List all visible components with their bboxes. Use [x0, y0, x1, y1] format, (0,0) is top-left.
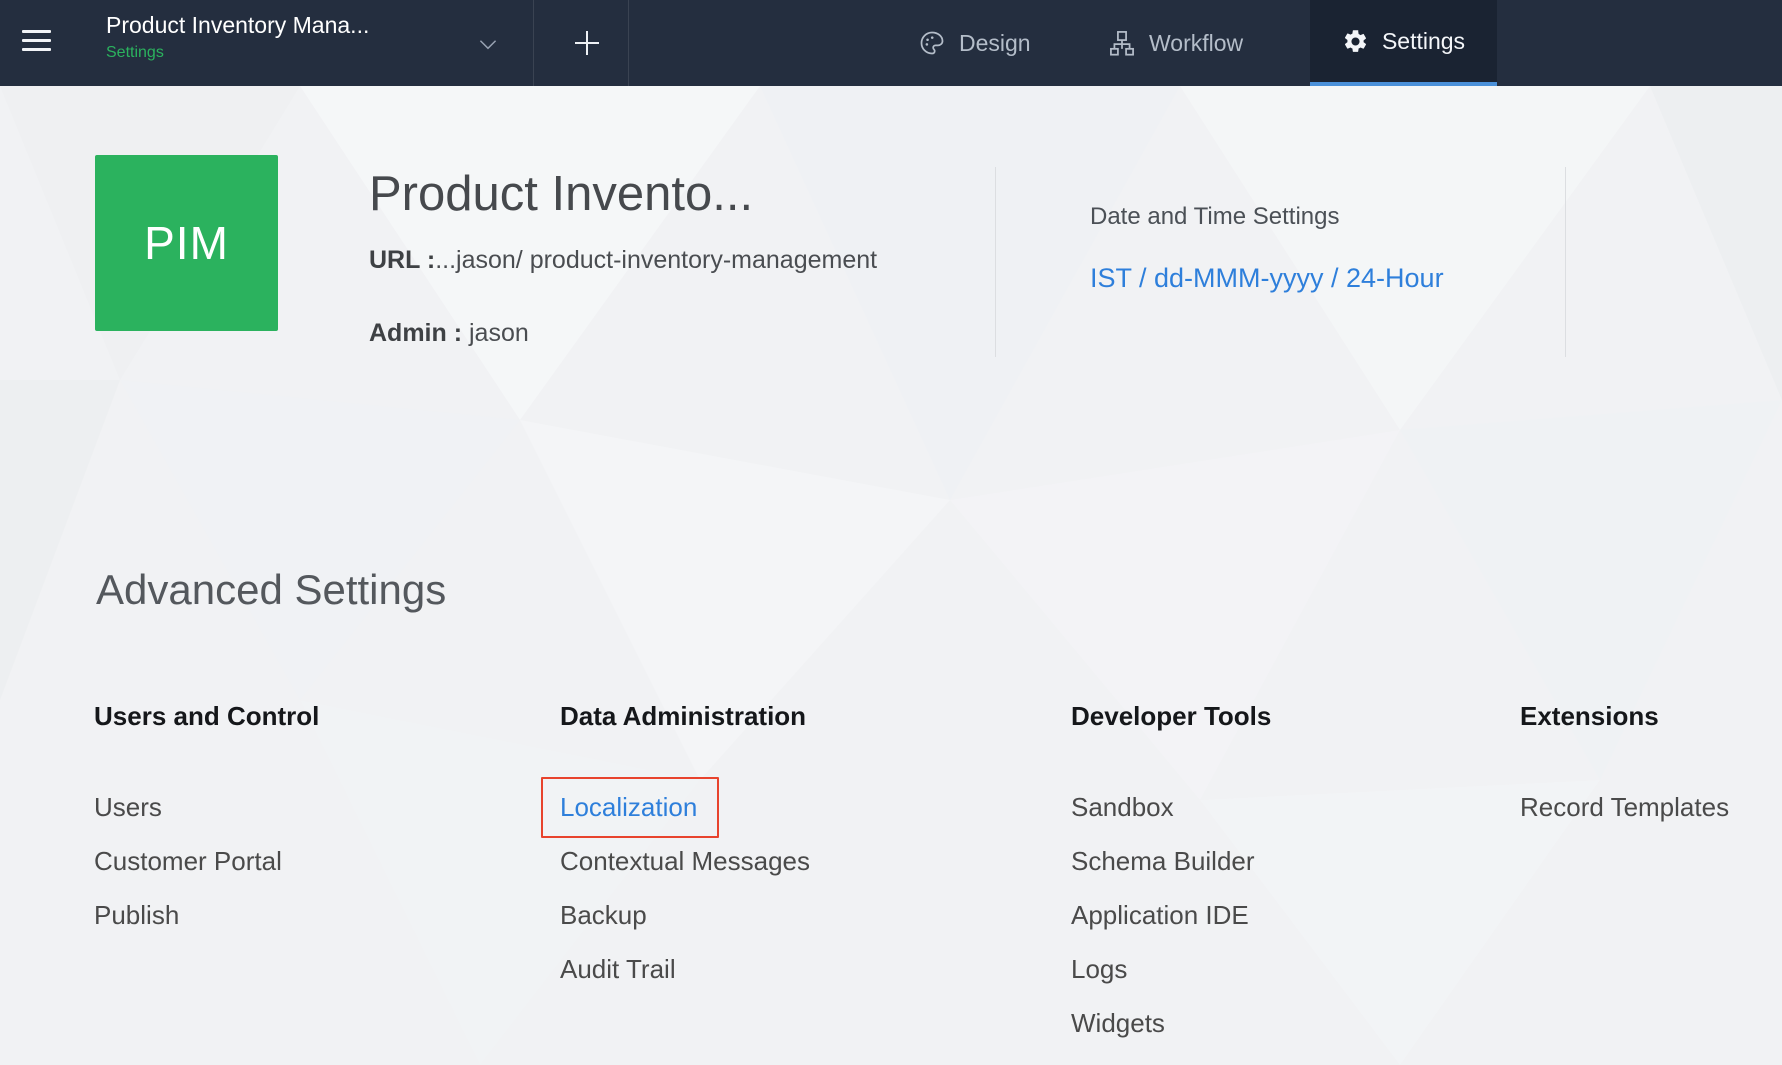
topbar: Product Inventory Mana... Settings Desig… [0, 0, 1782, 86]
link-audit-trail[interactable]: Audit Trail [560, 942, 810, 996]
column-developer-tools: Developer Tools Sandbox Schema Builder A… [1071, 701, 1271, 1050]
link-localization-highlighted[interactable]: Localization [560, 780, 810, 834]
plus-icon [570, 26, 604, 60]
header-divider [995, 167, 996, 357]
link-publish[interactable]: Publish [94, 888, 319, 942]
link-application-ide[interactable]: Application IDE [1071, 888, 1271, 942]
link-schema-builder[interactable]: Schema Builder [1071, 834, 1271, 888]
link-record-templates[interactable]: Record Templates [1520, 780, 1729, 834]
topbar-divider [628, 0, 629, 86]
link-sandbox[interactable]: Sandbox [1071, 780, 1271, 834]
nav-design[interactable]: Design [918, 0, 1031, 86]
palette-icon [918, 29, 946, 57]
column-title: Data Administration [560, 701, 810, 731]
link-backup[interactable]: Backup [560, 888, 810, 942]
nav-workflow-label: Workflow [1149, 30, 1243, 57]
hamburger-menu-button[interactable] [22, 30, 51, 51]
add-app-button[interactable] [546, 0, 628, 86]
localization-highlight-box[interactable]: Localization [541, 777, 719, 838]
column-title: Users and Control [94, 701, 319, 731]
advanced-settings-heading: Advanced Settings [96, 566, 446, 614]
app-switcher[interactable]: Product Inventory Mana... Settings [106, 11, 369, 62]
link-widgets[interactable]: Widgets [1071, 996, 1271, 1050]
datetime-settings-link[interactable]: IST / dd-MMM-yyyy / 24-Hour [1090, 263, 1444, 294]
gear-icon [1342, 28, 1369, 55]
chevron-down-icon[interactable] [475, 31, 501, 62]
column-users-and-control: Users and Control Users Customer Portal … [94, 701, 319, 942]
url-value: ...jason/ product-inventory-management [435, 246, 877, 274]
tab-settings[interactable]: Settings [1310, 0, 1497, 86]
column-title: Extensions [1520, 701, 1729, 731]
link-users[interactable]: Users [94, 780, 319, 834]
tab-settings-label: Settings [1382, 28, 1465, 55]
column-extensions: Extensions Record Templates [1520, 701, 1729, 834]
column-data-administration: Data Administration Localization Context… [560, 701, 810, 996]
app-logo-text: PIM [144, 216, 229, 270]
link-customer-portal[interactable]: Customer Portal [94, 834, 319, 888]
workflow-icon [1108, 29, 1136, 57]
link-contextual-messages[interactable]: Contextual Messages [560, 834, 810, 888]
admin-label: Admin : [369, 319, 462, 347]
datetime-settings-title: Date and Time Settings [1090, 203, 1339, 231]
app-url-line: URL :...jason/ product-inventory-managem… [369, 246, 877, 275]
app-logo: PIM [95, 155, 278, 331]
url-label: URL : [369, 246, 435, 274]
column-title: Developer Tools [1071, 701, 1271, 731]
app-title: Product Inventory Mana... [106, 11, 369, 39]
topbar-divider [533, 0, 534, 86]
app-name-heading: Product Invento... [369, 166, 753, 222]
admin-value: jason [469, 319, 529, 347]
app-subtitle-settings: Settings [106, 44, 369, 62]
nav-design-label: Design [959, 30, 1031, 57]
nav-workflow[interactable]: Workflow [1108, 0, 1243, 86]
link-logs[interactable]: Logs [1071, 942, 1271, 996]
app-admin-line: Admin : jason [369, 319, 529, 348]
header-divider [1565, 167, 1566, 357]
